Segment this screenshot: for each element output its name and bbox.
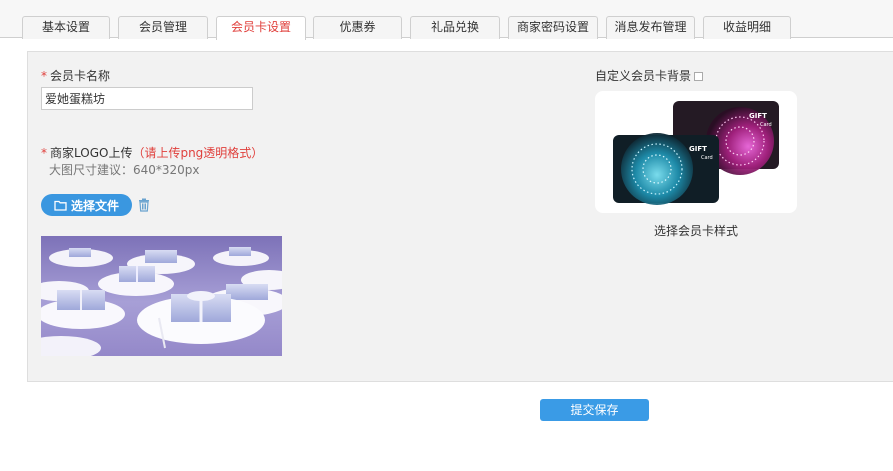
logo-upload-label: * 商家LOGO上传（请上传png透明格式） (41, 146, 264, 160)
required-mark: * (41, 69, 47, 83)
tab-coupons[interactable]: 优惠券 (313, 16, 402, 39)
tab-revenue-details[interactable]: 收益明细 (703, 16, 791, 39)
card-style-preview[interactable]: GIFT Card GIFT Card (595, 91, 797, 213)
tab-member-management[interactable]: 会员管理 (118, 16, 208, 39)
tab-message-publish[interactable]: 消息发布管理 (606, 16, 695, 39)
card-name-input[interactable] (41, 87, 253, 110)
png-format-hint: （请上传png透明格式） (132, 146, 264, 160)
card-name-label: * 会员卡名称 (41, 69, 111, 83)
submit-save-button[interactable]: 提交保存 (540, 399, 649, 421)
card-style-caption: 选择会员卡样式 (653, 224, 738, 238)
gift-text: GIFT (689, 145, 707, 153)
tab-bar: 基本设置 会员管理 会员卡设置 优惠券 礼品兑换 商家密码设置 消息发布管理 收… (0, 14, 893, 40)
card-text: Card (701, 155, 713, 161)
tab-gift-exchange[interactable]: 礼品兑换 (410, 16, 500, 39)
settings-panel: *会员卡名称 *商家LOGO上传（请上传png透明格式） 大图尺寸建议：640*… (27, 51, 893, 382)
logo-preview-image (41, 236, 282, 356)
required-mark: * (41, 146, 47, 160)
tab-basic-settings[interactable]: 基本设置 (22, 16, 110, 39)
size-hint: 大图尺寸建议：640*320px (49, 163, 200, 177)
folder-icon (54, 200, 67, 211)
trash-icon[interactable] (137, 198, 151, 212)
tab-merchant-password[interactable]: 商家密码设置 (508, 16, 598, 39)
custom-background-label: 自定义会员卡背景 (595, 67, 704, 84)
gift-text: GIFT (749, 112, 767, 120)
choose-file-button[interactable]: 选择文件 (41, 194, 132, 216)
tab-member-card-settings[interactable]: 会员卡设置 (216, 16, 306, 40)
custom-background-checkbox[interactable] (694, 72, 704, 81)
card-text: Card (760, 122, 772, 128)
